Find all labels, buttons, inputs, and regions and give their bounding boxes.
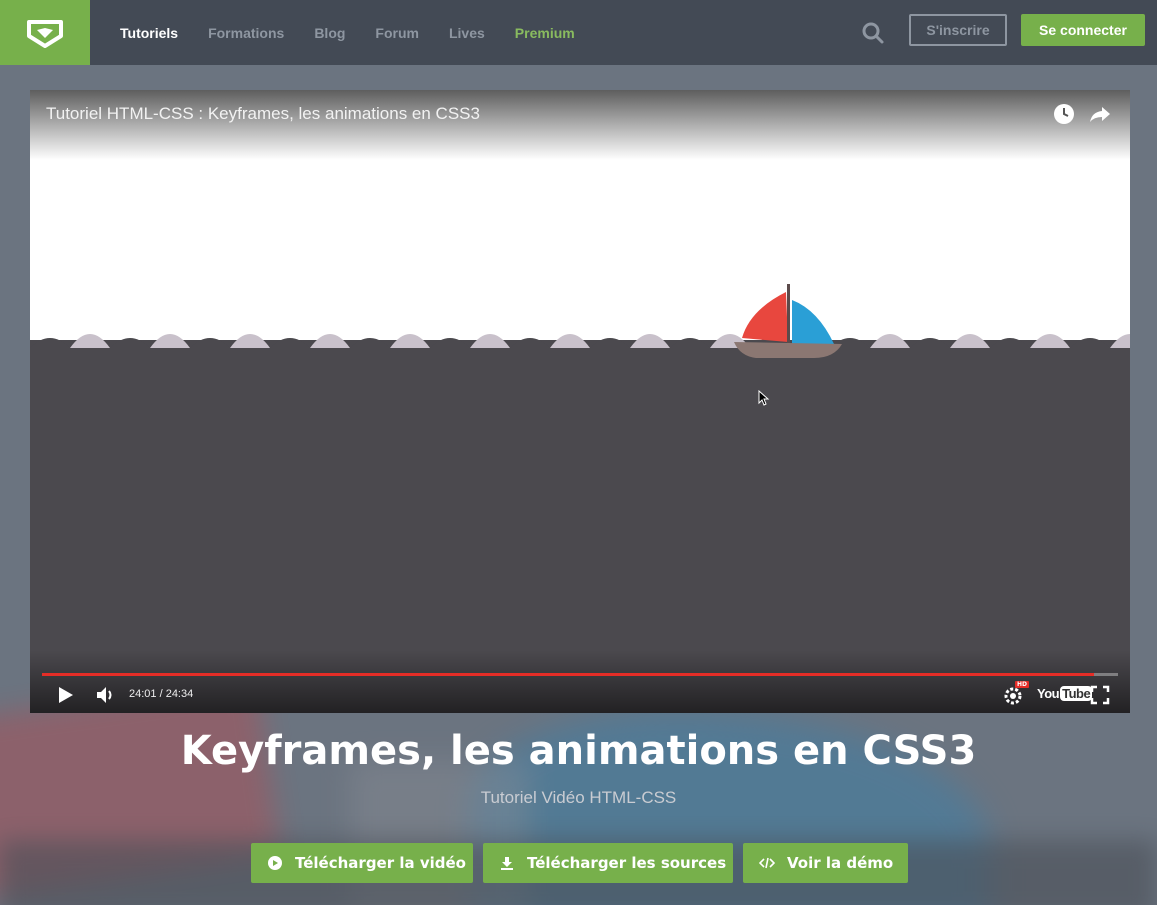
- video-timecode: 24:01 / 24:34: [129, 688, 194, 700]
- download-sources-label: Télécharger les sources: [527, 854, 727, 872]
- download-sources-button[interactable]: Télécharger les sources: [483, 843, 733, 883]
- waves-illustration: [30, 334, 1130, 380]
- video-progress-fill: [42, 673, 1095, 676]
- video-player[interactable]: Tutoriel HTML-CSS : Keyframes, les anima…: [30, 90, 1130, 713]
- video-progress-bar[interactable]: [42, 673, 1118, 676]
- view-demo-button[interactable]: Voir la démo: [743, 843, 908, 883]
- youtube-label-you: You: [1037, 686, 1060, 701]
- search-icon[interactable]: [860, 20, 886, 46]
- watch-later-icon[interactable]: [1052, 102, 1076, 126]
- download-icon: [499, 855, 515, 871]
- share-icon[interactable]: [1088, 102, 1112, 126]
- login-button[interactable]: Se connecter: [1021, 14, 1145, 46]
- page-title: Keyframes, les animations en CSS3: [180, 728, 977, 774]
- page-subtitle: Tutoriel Vidéo HTML-CSS: [480, 788, 677, 807]
- download-video-label: Télécharger la vidéo: [295, 854, 466, 872]
- download-video-button[interactable]: Télécharger la vidéo: [251, 843, 473, 883]
- mouse-cursor-icon: [758, 390, 770, 406]
- site-logo[interactable]: [0, 0, 90, 65]
- nav-lives[interactable]: Lives: [449, 25, 485, 41]
- view-demo-label: Voir la démo: [787, 854, 894, 872]
- play-circle-icon: [267, 855, 283, 871]
- signup-button[interactable]: S'inscrire: [909, 14, 1007, 46]
- fullscreen-icon[interactable]: [1089, 684, 1111, 706]
- youtube-logo[interactable]: You Tube: [1037, 686, 1093, 701]
- nav-blog[interactable]: Blog: [314, 25, 345, 41]
- video-title[interactable]: Tutoriel HTML-CSS : Keyframes, les anima…: [46, 104, 480, 124]
- play-icon[interactable]: [54, 684, 76, 706]
- nav-tutoriels[interactable]: Tutoriels: [120, 25, 178, 41]
- nav-forum[interactable]: Forum: [375, 25, 419, 41]
- logo-icon: [27, 19, 63, 48]
- nav-formations[interactable]: Formations: [208, 25, 284, 41]
- hd-badge: HD: [1015, 681, 1030, 688]
- top-navigation-bar: Tutoriels Formations Blog Forum Lives Pr…: [0, 0, 1157, 65]
- volume-icon[interactable]: [94, 684, 116, 706]
- youtube-label-tube: Tube: [1060, 686, 1093, 701]
- code-icon: [759, 855, 775, 871]
- nav-premium[interactable]: Premium: [515, 25, 575, 41]
- main-nav: Tutoriels Formations Blog Forum Lives Pr…: [120, 25, 605, 41]
- sailboat-illustration: [734, 284, 842, 358]
